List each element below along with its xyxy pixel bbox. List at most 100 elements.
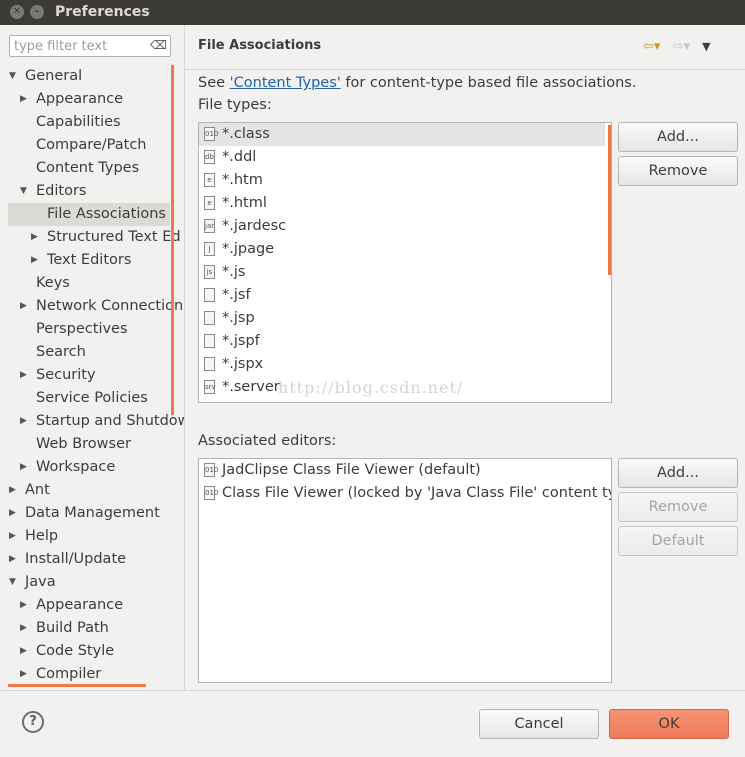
tree-item-label: Ant bbox=[25, 482, 50, 498]
collapsed-arrow-icon[interactable]: ▶ bbox=[9, 502, 16, 525]
header-divider bbox=[185, 69, 745, 70]
tree-item[interactable]: Perspectives bbox=[0, 318, 184, 341]
collapsed-arrow-icon[interactable]: ▶ bbox=[20, 663, 27, 686]
cancel-button[interactable]: Cancel bbox=[479, 709, 599, 739]
tree-item[interactable]: ▶ Security bbox=[0, 364, 184, 387]
file-type-row[interactable]: e *.html bbox=[199, 192, 605, 215]
tree-item[interactable]: ▶ Build Path bbox=[0, 617, 184, 640]
file-type-row[interactable]: js *.js bbox=[199, 261, 605, 284]
tree-item[interactable]: ▶ Startup and Shutdow bbox=[0, 410, 184, 433]
collapsed-arrow-icon[interactable]: ▶ bbox=[20, 594, 27, 617]
tree-item[interactable]: ▶ Help bbox=[0, 525, 184, 548]
forward-arrow-icon[interactable]: ⇨▾ bbox=[673, 39, 690, 54]
file-type-icon bbox=[204, 288, 215, 302]
file-type-icon: e bbox=[204, 196, 215, 210]
collapsed-arrow-icon[interactable]: ▶ bbox=[31, 226, 38, 249]
tree-horizontal-scrollbar[interactable] bbox=[8, 684, 146, 687]
help-icon[interactable]: ? bbox=[22, 711, 44, 733]
file-type-row[interactable]: jar *.jardesc bbox=[199, 215, 605, 238]
add-file-type-button[interactable]: Add... bbox=[618, 122, 738, 152]
file-type-icon bbox=[204, 334, 215, 348]
tree-item-label: Compare/Patch bbox=[36, 137, 147, 153]
file-types-label: File types: bbox=[198, 97, 272, 113]
collapsed-arrow-icon[interactable]: ▶ bbox=[20, 410, 27, 433]
ok-button[interactable]: OK bbox=[609, 709, 729, 739]
associated-editors-list[interactable]: 010 JadClipse Class File Viewer (default)… bbox=[198, 458, 612, 683]
file-type-icon bbox=[204, 357, 215, 371]
tree-item[interactable]: ▶ Workspace bbox=[0, 456, 184, 479]
clear-filter-icon[interactable]: ⌫ bbox=[150, 38, 167, 52]
file-type-row[interactable]: 010 *.class bbox=[199, 123, 605, 146]
tree-item[interactable]: ▶ Code Style bbox=[0, 640, 184, 663]
tree-item[interactable]: ▶ Structured Text Ed bbox=[0, 226, 184, 249]
tree-item[interactable]: Compare/Patch bbox=[0, 134, 184, 157]
collapsed-arrow-icon[interactable]: ▶ bbox=[20, 456, 27, 479]
tree-item[interactable]: ▶ Network Connection bbox=[0, 295, 184, 318]
window-title: Preferences bbox=[55, 4, 150, 20]
collapsed-arrow-icon[interactable]: ▶ bbox=[20, 295, 27, 318]
tree-item[interactable]: ▶ Text Editors bbox=[0, 249, 184, 272]
content-types-note: See 'Content Types' for content-type bas… bbox=[198, 75, 636, 91]
expanded-arrow-icon[interactable]: ▼ bbox=[20, 180, 27, 203]
collapsed-arrow-icon[interactable]: ▶ bbox=[20, 617, 27, 640]
tree-item[interactable]: ▶ Compiler bbox=[0, 663, 184, 686]
file-type-row[interactable]: J *.jpage bbox=[199, 238, 605, 261]
tree-vertical-scrollbar[interactable] bbox=[171, 65, 174, 415]
tree-item-label: Content Types bbox=[36, 160, 140, 176]
tree-item[interactable]: Service Policies bbox=[0, 387, 184, 410]
tree-item-label: Capabilities bbox=[36, 114, 121, 130]
associated-editors-label: Associated editors: bbox=[198, 433, 337, 449]
default-editor-button[interactable]: Default bbox=[618, 526, 738, 556]
collapsed-arrow-icon[interactable]: ▶ bbox=[9, 548, 16, 571]
expanded-arrow-icon[interactable]: ▼ bbox=[9, 571, 16, 594]
file-type-row[interactable]: *.jsp bbox=[199, 307, 605, 330]
minimize-window-icon[interactable]: – bbox=[30, 5, 44, 19]
tree-item[interactable]: ▼ Java bbox=[0, 571, 184, 594]
editor-label: Class File Viewer (locked by 'Java Class… bbox=[222, 485, 612, 501]
collapsed-arrow-icon[interactable]: ▶ bbox=[9, 479, 16, 502]
file-type-row[interactable]: e *.htm bbox=[199, 169, 605, 192]
editor-label: JadClipse Class File Viewer (default) bbox=[222, 462, 481, 478]
close-window-icon[interactable]: ✕ bbox=[10, 5, 24, 19]
collapsed-arrow-icon[interactable]: ▶ bbox=[20, 364, 27, 387]
tree-item[interactable]: Web Browser bbox=[0, 433, 184, 456]
tree-item[interactable]: ▼ Editors bbox=[0, 180, 184, 203]
tree-item[interactable]: Keys bbox=[0, 272, 184, 295]
file-types-scrollbar[interactable] bbox=[608, 125, 611, 275]
expanded-arrow-icon[interactable]: ▼ bbox=[9, 65, 16, 88]
file-type-row[interactable]: db *.ddl bbox=[199, 146, 605, 169]
collapsed-arrow-icon[interactable]: ▶ bbox=[9, 525, 16, 548]
tree-item[interactable]: ▶ Data Management bbox=[0, 502, 184, 525]
tree-item-label: Security bbox=[36, 367, 96, 383]
content-types-link[interactable]: 'Content Types' bbox=[230, 75, 341, 91]
tree-item[interactable]: ▼ General bbox=[0, 65, 184, 88]
collapsed-arrow-icon[interactable]: ▶ bbox=[31, 249, 38, 272]
file-types-list[interactable]: 010 *.class db *.ddl e *.htm e *.html jar *.jarde… bbox=[198, 122, 612, 403]
tree-item[interactable]: ▶ Ant bbox=[0, 479, 184, 502]
collapsed-arrow-icon[interactable]: ▶ bbox=[20, 640, 27, 663]
file-type-row[interactable]: *.jspf bbox=[199, 330, 605, 353]
file-type-row[interactable]: *.jspx bbox=[199, 353, 605, 376]
tree-item[interactable]: Capabilities bbox=[0, 111, 184, 134]
file-type-label: *.jsf bbox=[222, 287, 251, 303]
tree-item[interactable]: ▶ Appearance bbox=[0, 594, 184, 617]
back-arrow-icon[interactable]: ⇦▾ bbox=[643, 39, 660, 54]
tree-item[interactable]: Content Types bbox=[0, 157, 184, 180]
remove-editor-button[interactable]: Remove bbox=[618, 492, 738, 522]
dialog-button-bar: ? Cancel OK bbox=[0, 690, 745, 757]
tree-item-label: Network Connection bbox=[36, 298, 184, 314]
editor-row[interactable]: 010 Class File Viewer (locked by 'Java Cl… bbox=[199, 482, 611, 505]
remove-file-type-button[interactable]: Remove bbox=[618, 156, 738, 186]
tree-item[interactable]: ▶ Appearance bbox=[0, 88, 184, 111]
file-type-row[interactable]: *.jsf bbox=[199, 284, 605, 307]
tree-item[interactable]: ▶ Install/Update bbox=[0, 548, 184, 571]
file-type-label: *.jspx bbox=[222, 356, 264, 372]
add-editor-button[interactable]: Add... bbox=[618, 458, 738, 488]
tree-item[interactable]: Search bbox=[0, 341, 184, 364]
page-navigation: ⇦▾ ⇨▾ ▼ bbox=[643, 39, 711, 54]
collapsed-arrow-icon[interactable]: ▶ bbox=[20, 88, 27, 111]
editor-row[interactable]: 010 JadClipse Class File Viewer (default) bbox=[199, 459, 611, 482]
tree-item[interactable]: File Associations bbox=[8, 203, 170, 226]
filter-input[interactable] bbox=[10, 36, 153, 56]
view-menu-icon[interactable]: ▼ bbox=[702, 40, 710, 53]
